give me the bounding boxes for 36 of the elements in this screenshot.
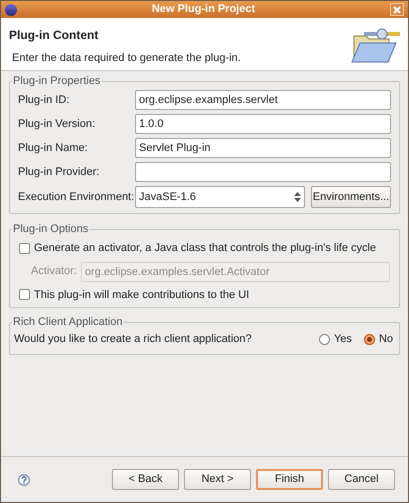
checkbox[interactable] xyxy=(19,242,30,254)
input-field[interactable] xyxy=(135,162,391,182)
radio-label[interactable]: No xyxy=(378,331,393,348)
close-button[interactable] xyxy=(390,3,404,16)
help-icon[interactable] xyxy=(18,474,30,486)
field-label: Plug-in Name: xyxy=(18,140,89,156)
field-label: Activator: xyxy=(31,264,77,280)
dialog-button[interactable]: Next > xyxy=(184,469,251,490)
environment-dropdown[interactable]: JavaSE-1.6 xyxy=(135,186,305,208)
checkbox-label[interactable]: This plug-in will make contributions to the UI xyxy=(34,286,250,303)
dialog-button[interactable]: Cancel xyxy=(328,469,395,490)
environments-button[interactable]: Environments... xyxy=(311,186,391,208)
radio-label[interactable]: Yes xyxy=(334,331,352,348)
field-label: Execution Environment: xyxy=(18,190,135,205)
folder-plug-icon xyxy=(350,26,402,64)
radio-button[interactable] xyxy=(318,334,330,345)
input-field[interactable]: org.eclipse.examples.servlet xyxy=(135,90,391,110)
radio-button[interactable] xyxy=(364,334,375,345)
checkbox-label[interactable]: Generate an activator, a Java class that controls the plug-in's life cycle xyxy=(34,240,376,256)
page-title: Plug-in Content xyxy=(9,27,100,44)
group-title: Rich Client Application xyxy=(12,315,124,329)
dialog-button[interactable]: < Back xyxy=(112,469,179,490)
window-title: New Plug-in Project xyxy=(150,2,256,18)
page-description: Enter the data required to generate the plug-in. xyxy=(11,51,242,66)
input-field[interactable]: 1.0.0 xyxy=(135,114,391,134)
group-title: Plug-in Properties xyxy=(12,74,102,88)
field-label: Plug-in Version: xyxy=(18,116,96,132)
group-title: Plug-in Options xyxy=(12,222,90,236)
app-icon xyxy=(5,4,17,16)
spinner-arrows-icon xyxy=(294,192,301,202)
input-field[interactable]: Servlet Plug-in xyxy=(135,138,391,158)
checkbox[interactable] xyxy=(19,289,30,300)
question-text: Would you like to create a rich client application? xyxy=(14,332,253,347)
field-label: Plug-in ID: xyxy=(18,92,70,108)
dialog-button[interactable]: Finish xyxy=(256,469,323,490)
field-label: Plug-in Provider: xyxy=(18,164,100,180)
